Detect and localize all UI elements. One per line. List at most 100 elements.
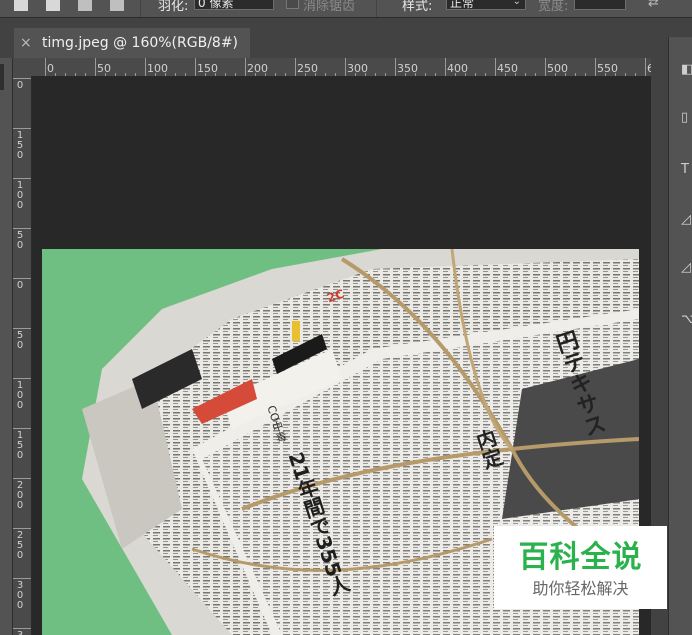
ruler-tick: [75, 73, 76, 76]
ruler-label: 5 0: [16, 230, 24, 251]
ruler-label: 500: [547, 62, 568, 75]
ruler-tick: [95, 58, 96, 76]
ruler-tick: [635, 73, 636, 76]
style-label: 样式:: [402, 0, 433, 14]
ruler-label: 200: [247, 62, 268, 75]
ruler-tick: [435, 73, 436, 76]
ruler-tick: [285, 73, 286, 76]
ruler-tick: [495, 58, 496, 76]
ruler-tick: [295, 58, 296, 76]
ruler-tick: [395, 58, 396, 76]
document-tab-title: timg.jpeg @ 160%(RGB/8#): [42, 35, 239, 51]
ruler-label: 5 0: [16, 330, 24, 351]
style-select[interactable]: 正常 ⌄: [446, 0, 526, 10]
divider: [140, 0, 141, 17]
ruler-label: 3 0 0: [16, 580, 24, 611]
tool-icon[interactable]: [0, 64, 4, 90]
document-tab-bar: × timg.jpeg @ 160%(RGB/8#): [0, 17, 692, 59]
ruler-tick: [85, 73, 86, 76]
chevron-down-icon: ⌄: [512, 0, 521, 7]
ruler-tick: [425, 73, 426, 76]
ruler-label: 50: [97, 62, 111, 75]
antialias-checkbox[interactable]: [286, 0, 299, 9]
ruler-tick: [275, 73, 276, 76]
panel-icon[interactable]: ◧: [681, 63, 692, 77]
ruler-tick: [445, 58, 446, 76]
ruler-tick: [13, 278, 31, 279]
close-icon[interactable]: ×: [20, 28, 32, 58]
new-selection-mode-icon[interactable]: [14, 0, 28, 11]
panel-icon[interactable]: ⌥: [681, 313, 692, 327]
ruler-tick: [335, 73, 336, 76]
ruler-tick: [325, 73, 326, 76]
ruler-label: 1 5 0: [16, 430, 24, 461]
ruler-tick: [13, 228, 31, 229]
width-label: 宽度:: [538, 0, 569, 14]
ruler-tick: [595, 58, 596, 76]
ruler-tick: [245, 58, 246, 76]
ruler-tick: [13, 578, 31, 579]
ruler-tick: [575, 73, 576, 76]
subtract-from-selection-icon[interactable]: [78, 0, 92, 11]
ruler-origin[interactable]: [13, 58, 31, 76]
ruler-tick: [65, 73, 66, 76]
ruler-label: 450: [497, 62, 518, 75]
options-bar: 羽化: 0 像素 消除锯齿 样式: 正常 ⌄ 宽度: ⇄: [0, 0, 692, 17]
feather-input[interactable]: 0 像素: [194, 0, 274, 10]
ruler-tick: [13, 478, 31, 479]
right-panel-dock: ◧ ▯ T ◿ ◿ ⌥: [668, 37, 692, 635]
ruler-tick: [115, 73, 116, 76]
ruler-tick: [185, 73, 186, 76]
type-tool-icon[interactable]: T: [681, 163, 691, 177]
divider: [376, 0, 377, 17]
ruler-tick: [13, 178, 31, 179]
ruler-tick: [545, 58, 546, 76]
ruler-tick: [475, 73, 476, 76]
ruler-tick: [525, 73, 526, 76]
ruler-label: 2 0 0: [16, 480, 24, 511]
ruler-label: 3 5 0: [15, 631, 25, 635]
intersect-selection-icon[interactable]: [110, 0, 124, 11]
ruler-tick: [125, 73, 126, 76]
ruler-label: 2 5 0: [16, 530, 24, 561]
ruler-tick: [135, 73, 136, 76]
horizontal-ruler[interactable]: 05010015020025030035040045050055060: [31, 58, 651, 77]
ruler-tick: [385, 73, 386, 76]
tools-panel: [0, 58, 13, 635]
ruler-tick: [485, 73, 486, 76]
width-input[interactable]: [574, 0, 626, 10]
swap-icon[interactable]: ⇄: [648, 0, 659, 10]
ruler-tick: [13, 128, 31, 129]
ruler-label: 350: [397, 62, 418, 75]
ruler-tick: [645, 58, 646, 76]
ruler-tick: [235, 73, 236, 76]
ruler-tick: [13, 328, 31, 329]
panel-icon[interactable]: ◿: [681, 261, 691, 275]
watermark-tagline: 助你轻松解决: [532, 579, 629, 598]
ruler-label: 250: [297, 62, 318, 75]
ruler-tick: [375, 73, 376, 76]
document-tab[interactable]: × timg.jpeg @ 160%(RGB/8#): [14, 28, 250, 59]
antialias-label: 消除锯齿: [303, 0, 356, 14]
ruler-tick: [45, 58, 46, 76]
ruler-tick: [535, 73, 536, 76]
ruler-tick: [13, 428, 31, 429]
vertical-ruler[interactable]: 0 1 5 0 1 0 0 5 0 0 5 0 1 0 0 1 5 0 2 0 0 2 5 0 3 …: [13, 76, 32, 635]
watermark-logo: 百科全说 助你轻松解决: [494, 526, 667, 609]
ruler-tick: [625, 73, 626, 76]
watermark-brand: 百科全说: [518, 540, 643, 575]
ruler-label: 0: [16, 280, 24, 291]
ruler-label: 550: [597, 62, 618, 75]
ruler-tick: [13, 78, 31, 79]
ruler-label: 0: [47, 62, 54, 75]
feather-label: 羽化:: [158, 0, 189, 14]
panel-icon[interactable]: ◿: [681, 213, 691, 227]
ruler-label: 1 0 0: [16, 380, 24, 411]
ruler-tick: [13, 628, 31, 629]
ruler-label: 150: [197, 62, 218, 75]
panel-icon[interactable]: ▯: [681, 111, 691, 125]
add-to-selection-icon[interactable]: [46, 0, 60, 11]
style-select-value: 正常: [450, 0, 475, 10]
ruler-tick: [13, 528, 31, 529]
ruler-tick: [145, 58, 146, 76]
